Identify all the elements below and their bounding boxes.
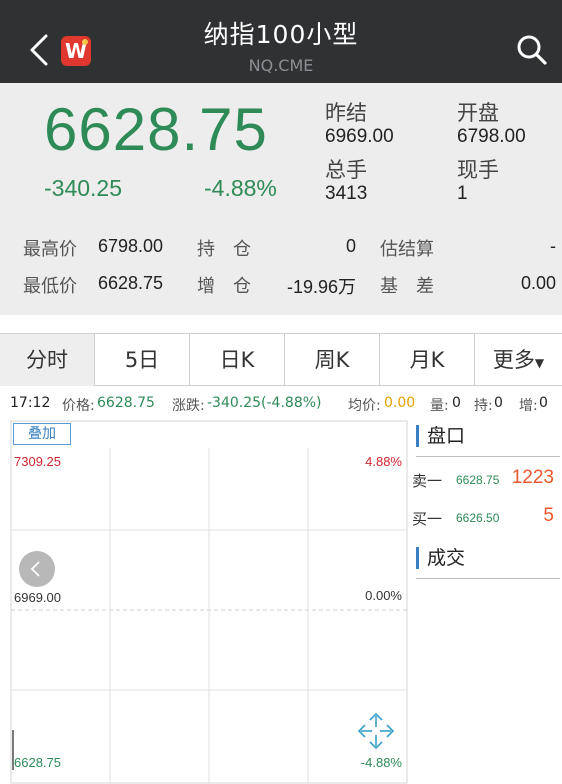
y-axis-bottom-percent: -4.88% xyxy=(360,755,402,770)
period-tabs: 分时 5日 日K 周K 月K 更多▼ xyxy=(0,333,562,386)
divider xyxy=(416,456,560,457)
info-price: 6628.75 xyxy=(97,395,155,411)
y-axis-top-percent: 4.88% xyxy=(365,454,402,469)
ask-label: 卖一 xyxy=(412,472,443,490)
prev-close-label: 昨结 xyxy=(325,101,367,125)
open-label: 开盘 xyxy=(457,101,499,125)
price-change: -340.25 xyxy=(44,175,123,201)
y-axis-mid-price: 6969.00 xyxy=(14,590,61,605)
info-inc: 0 xyxy=(539,395,548,411)
tab-more[interactable]: 更多▼ xyxy=(475,334,562,386)
top-bar: W 纳指100小型 NQ.CME xyxy=(0,0,562,83)
oi-change-value: -19.96万 xyxy=(286,277,356,297)
oi-change-label: 增 仓 xyxy=(197,276,251,297)
order-book-title: 盘口 xyxy=(416,425,465,447)
est-settle-label: 估结算 xyxy=(380,239,434,260)
high-label: 最高价 xyxy=(23,239,77,260)
bid-price: 6626.50 xyxy=(456,511,500,525)
info-chg-label: 涨跌: xyxy=(172,398,205,414)
search-icon[interactable] xyxy=(516,34,548,66)
info-avg-label: 均价: xyxy=(348,398,381,414)
price-change-percent: -4.88% xyxy=(204,175,277,201)
info-time: 17:12 xyxy=(10,395,51,411)
tab-daily-k[interactable]: 日K xyxy=(190,334,285,386)
last-price: 6628.75 xyxy=(44,96,268,163)
info-inc-label: 增: xyxy=(519,398,538,414)
previous-button[interactable] xyxy=(19,551,55,587)
last-volume-label: 现手 xyxy=(457,158,499,182)
info-chg: -340.25(-4.88%) xyxy=(207,395,322,411)
tab-weekly-k[interactable]: 周K xyxy=(285,334,380,386)
open-value: 6798.00 xyxy=(457,126,526,147)
high-value: 6798.00 xyxy=(98,236,164,256)
overlay-button[interactable]: 叠加 xyxy=(13,423,71,445)
tab-more-label: 更多 xyxy=(492,348,535,372)
trades-title: 成交 xyxy=(416,547,465,569)
info-oi: 0 xyxy=(494,395,503,411)
info-line: 17:12 价格: 6628.75 涨跌: -340.25(-4.88%) 均价… xyxy=(0,395,562,417)
info-vol: 0 xyxy=(452,395,461,411)
tab-5day[interactable]: 5日 xyxy=(95,334,190,386)
y-axis-mid-percent: 0.00% xyxy=(365,588,402,603)
open-interest-value: 0 xyxy=(345,236,356,256)
basis-value: 0.00 xyxy=(520,273,556,293)
open-interest-label: 持 仓 xyxy=(197,239,251,260)
tab-monthly-k[interactable]: 月K xyxy=(380,334,475,386)
prev-close-value: 6969.00 xyxy=(325,126,394,147)
last-volume-value: 1 xyxy=(457,183,468,204)
ask-volume: 1223 xyxy=(511,467,554,488)
low-label: 最低价 xyxy=(23,276,77,297)
y-axis-bottom-price: 6628.75 xyxy=(14,755,61,770)
low-value: 6628.75 xyxy=(98,273,164,293)
symbol-code: NQ.CME xyxy=(248,56,314,75)
est-settle-value: - xyxy=(550,236,556,256)
volume-label: 总手 xyxy=(325,158,367,182)
divider xyxy=(416,578,560,579)
caret-down-icon: ▼ xyxy=(534,356,545,370)
volume-value: 3413 xyxy=(325,183,368,204)
info-vol-label: 量: xyxy=(430,398,449,414)
quote-panel: 6628.75 -340.25 -4.88% 昨结 6969.00 开盘 679… xyxy=(0,83,562,315)
info-oi-label: 持: xyxy=(474,398,493,414)
ask-price: 6628.75 xyxy=(456,473,500,487)
page-title: 纳指100小型 xyxy=(203,20,359,49)
y-axis-top-price: 7309.25 xyxy=(14,454,61,469)
info-price-label: 价格: xyxy=(62,398,95,414)
info-avg: 0.00 xyxy=(384,395,416,411)
bid-label: 买一 xyxy=(412,510,443,528)
basis-label: 基 差 xyxy=(380,276,434,297)
chevron-left-icon xyxy=(30,561,40,577)
bid-volume: 5 xyxy=(543,505,554,526)
tab-intraday[interactable]: 分时 xyxy=(0,334,95,386)
